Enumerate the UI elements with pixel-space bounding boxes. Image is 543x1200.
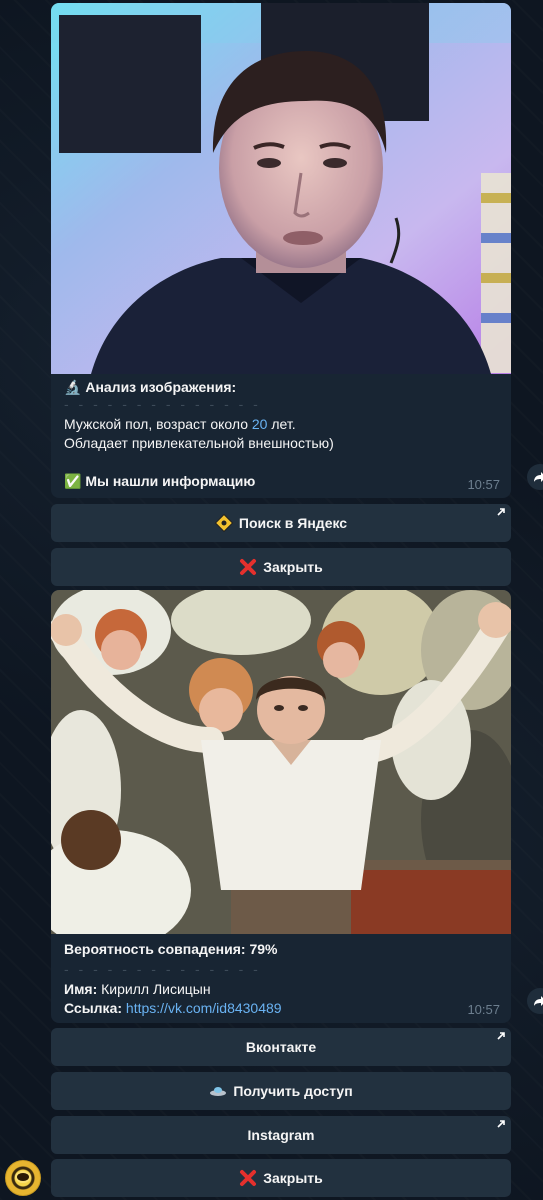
yandex-search-button[interactable]: Поиск в Яндекс xyxy=(51,504,511,542)
match-probability: Вероятность совпадения: 79% xyxy=(64,941,278,957)
age-value[interactable]: 20 xyxy=(252,416,268,432)
get-access-label: Получить доступ xyxy=(233,1083,353,1099)
close-button[interactable]: Закрыть xyxy=(51,1159,511,1197)
age-suffix: лет. xyxy=(267,416,296,432)
gender-age-text: Мужской пол, возраст около xyxy=(64,416,252,432)
link-row: Ссылка: https://vk.com/id8430489 xyxy=(64,999,498,1018)
close-label: Закрыть xyxy=(263,1170,323,1186)
message-image-analysis: 🔬 Анализ изображения: - - - - - - - - - … xyxy=(51,3,511,498)
external-link-icon xyxy=(497,1032,505,1040)
found-row: ✅ Мы нашли информацию xyxy=(64,472,498,491)
portrait-photo[interactable] xyxy=(51,3,511,374)
party-photo[interactable] xyxy=(51,590,511,934)
ufo-icon xyxy=(209,1084,227,1098)
instagram-label: Instagram xyxy=(247,1127,315,1143)
get-access-button[interactable]: Получить доступ xyxy=(51,1072,511,1110)
found-text: Мы нашли информацию xyxy=(85,473,256,489)
yandex-search-label: Поиск в Яндекс xyxy=(238,515,348,531)
link-label: Ссылка: xyxy=(64,1000,123,1016)
profile-link[interactable]: https://vk.com/id8430489 xyxy=(126,1000,282,1016)
close-button[interactable]: Закрыть xyxy=(51,548,511,586)
message-match-result: Вероятность совпадения: 79% - - - - - - … xyxy=(51,590,511,1023)
red-cross-icon xyxy=(239,1169,257,1187)
check-mark-icon: ✅ xyxy=(64,473,82,489)
message-time: 10:57 xyxy=(467,1002,500,1017)
analysis-line-1: Мужской пол, возраст около 20 лет. xyxy=(64,415,498,434)
divider: - - - - - - - - - - - - - - xyxy=(64,962,261,976)
name-value: Кирилл Лисицын xyxy=(101,981,211,997)
microscope-icon: 🔬 xyxy=(64,379,82,395)
divider: - - - - - - - - - - - - - - xyxy=(64,397,261,411)
match-caption: Вероятность совпадения: 79% - - - - - - … xyxy=(51,934,511,1023)
name-label: Имя: xyxy=(64,981,98,997)
analysis-title-row: 🔬 Анализ изображения: xyxy=(64,378,498,397)
instagram-button[interactable]: Instagram xyxy=(51,1116,511,1154)
red-cross-icon xyxy=(239,558,257,576)
message-time: 10:57 xyxy=(467,477,500,492)
bot-avatar[interactable] xyxy=(5,1160,41,1196)
external-link-icon xyxy=(497,1120,505,1128)
warning-sign-icon xyxy=(214,514,233,532)
vkontakte-label: Вконтакте xyxy=(245,1039,317,1055)
close-label: Закрыть xyxy=(263,559,323,575)
analysis-line-2: Обладает привлекательной внешностью) xyxy=(64,435,334,451)
name-row: Имя: Кирилл Лисицын xyxy=(64,980,498,999)
analysis-caption: 🔬 Анализ изображения: - - - - - - - - - … xyxy=(51,374,511,498)
analysis-title: Анализ изображения: xyxy=(85,379,237,395)
external-link-icon xyxy=(497,508,505,516)
vkontakte-button[interactable]: Вконтакте xyxy=(51,1028,511,1066)
